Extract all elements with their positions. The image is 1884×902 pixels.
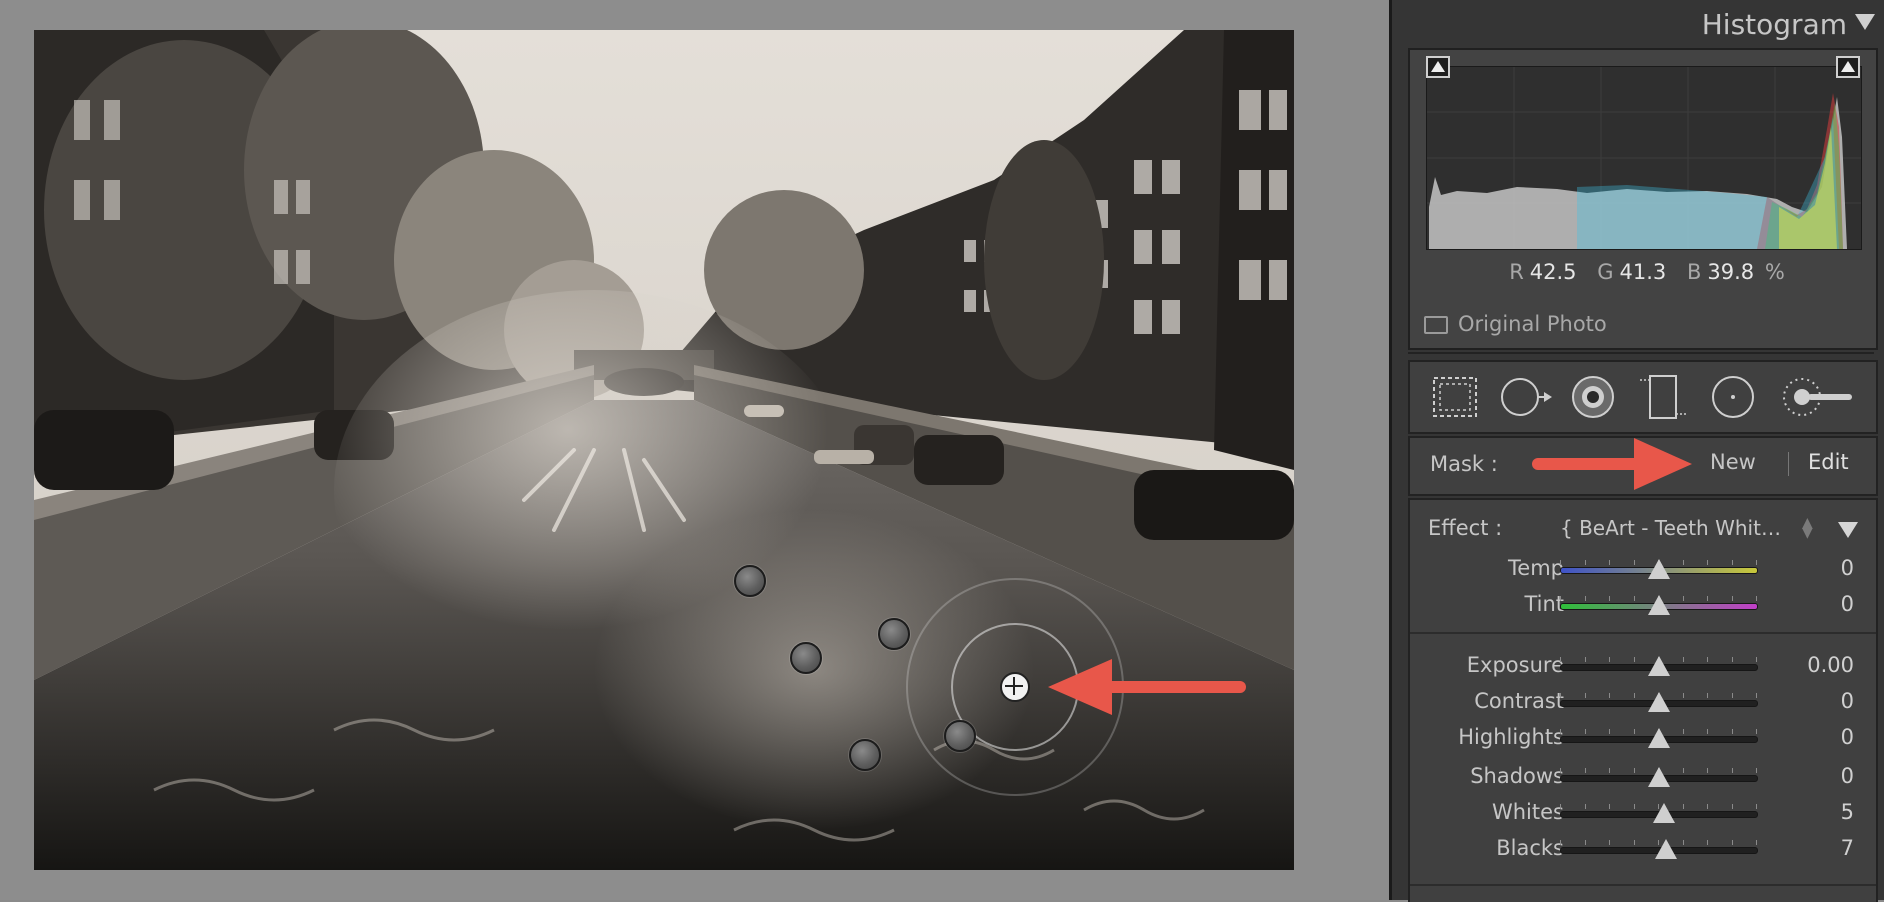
slider-value[interactable]: 0 <box>1841 592 1854 616</box>
original-photo-label: Original Photo <box>1458 312 1607 336</box>
effect-menu-icon[interactable] <box>1838 522 1858 538</box>
mask-separator <box>1788 452 1789 476</box>
slider-thumb[interactable] <box>1648 728 1670 748</box>
slider-thumb[interactable] <box>1654 839 1677 859</box>
slider-track[interactable] <box>1560 767 1758 787</box>
slider-exposure[interactable]: Exposure 0.00 <box>1410 651 1876 681</box>
slider-label: Temp <box>1508 556 1564 580</box>
slider-whites[interactable]: Whites 5 <box>1410 798 1876 828</box>
slider-track[interactable] <box>1560 656 1758 676</box>
mask-pin[interactable] <box>734 565 766 597</box>
slider-track[interactable] <box>1560 559 1758 579</box>
triangle-up-icon <box>1841 61 1855 72</box>
slider-label: Whites <box>1491 800 1564 824</box>
percent-unit: % <box>1764 260 1785 284</box>
slider-thumb[interactable] <box>1648 767 1670 787</box>
panel-divider <box>1408 352 1874 354</box>
mask-pin[interactable] <box>944 720 976 752</box>
red-eye-icon[interactable] <box>1566 372 1620 422</box>
slider-label: Exposure <box>1466 653 1564 677</box>
slider-contrast[interactable]: Contrast 0 <box>1410 687 1876 717</box>
histogram-curve <box>1427 67 1861 249</box>
annotation-arrow-canvas <box>1048 659 1246 715</box>
slider-track[interactable] <box>1560 839 1758 859</box>
slider-track[interactable] <box>1560 803 1758 823</box>
slider-temp[interactable]: Temp 0 <box>1410 554 1876 584</box>
mask-pin[interactable] <box>790 642 822 674</box>
photo-canvas <box>0 0 1389 900</box>
histogram-panel: R 42.5 G 41.3 B 39.8 % Original Photo <box>1408 48 1878 350</box>
mask-edit-button[interactable]: Edit <box>1808 450 1849 474</box>
slider-label: Contrast <box>1474 689 1564 713</box>
slider-label: Highlights <box>1458 725 1564 749</box>
slider-track[interactable] <box>1560 692 1758 712</box>
develop-right-panel: Histogram R 42.5 G 41.3 B 39.8 % Origina… <box>1389 0 1884 902</box>
slider-thumb[interactable] <box>1648 595 1670 615</box>
slider-value[interactable]: 5 <box>1841 800 1854 824</box>
rgb-readout: R 42.5 G 41.3 B 39.8 % <box>1410 260 1876 284</box>
slider-value[interactable]: 0 <box>1841 764 1854 788</box>
slider-blacks[interactable]: Blacks 7 <box>1410 834 1876 864</box>
effect-divider <box>1410 884 1876 886</box>
slider-label: Blacks <box>1496 836 1564 860</box>
tool-strip <box>1408 360 1878 434</box>
mask-pin[interactable] <box>849 739 881 771</box>
effect-panel: Effect : { BeArt - Teeth Whit… ▲ ▼ Temp 0 T… <box>1408 498 1878 902</box>
b-value: 39.8 <box>1707 260 1755 284</box>
radial-filter-icon[interactable] <box>1706 372 1760 422</box>
slider-thumb[interactable] <box>1652 803 1675 823</box>
histogram-title[interactable]: Histogram <box>1702 8 1847 41</box>
mask-new-button[interactable]: New <box>1710 450 1756 474</box>
effect-label: Effect : <box>1428 516 1503 540</box>
slider-value[interactable]: 0.00 <box>1807 653 1854 677</box>
effect-preset-dropdown[interactable]: { BeArt - Teeth Whit… <box>1560 516 1790 540</box>
crop-overlay-icon[interactable] <box>1428 372 1482 422</box>
annotation-arrow-panel <box>1532 438 1692 490</box>
slider-value[interactable]: 0 <box>1841 689 1854 713</box>
slider-thumb[interactable] <box>1648 692 1670 712</box>
slider-value[interactable]: 0 <box>1841 556 1854 580</box>
mask-pin[interactable] <box>878 618 910 650</box>
slider-highlights[interactable]: Highlights 0 <box>1410 723 1876 753</box>
histogram-collapse-icon[interactable] <box>1855 14 1875 30</box>
triangle-up-icon <box>1431 61 1445 72</box>
slider-value[interactable]: 7 <box>1841 836 1854 860</box>
slider-shadows[interactable]: Shadows 0 <box>1410 762 1876 792</box>
shadow-clipping-toggle[interactable] <box>1426 56 1450 78</box>
original-photo-toggle[interactable]: Original Photo <box>1424 312 1607 336</box>
slider-thumb[interactable] <box>1648 559 1670 579</box>
r-value: 42.5 <box>1529 260 1577 284</box>
effect-divider <box>1410 632 1876 634</box>
slider-tint[interactable]: Tint 0 <box>1410 590 1876 620</box>
highlight-clipping-toggle[interactable] <box>1836 56 1860 78</box>
active-mask-pin[interactable] <box>1000 672 1030 702</box>
g-label: G <box>1597 260 1614 284</box>
slider-track[interactable] <box>1560 595 1758 615</box>
slider-label: Tint <box>1524 592 1564 616</box>
preset-stepper-icon[interactable]: ▲ ▼ <box>1802 516 1813 540</box>
mask-label: Mask : <box>1430 452 1498 476</box>
slider-thumb[interactable] <box>1648 656 1670 676</box>
slider-label: Shadows <box>1470 764 1564 788</box>
g-value: 41.3 <box>1619 260 1667 284</box>
original-photo-checkbox[interactable] <box>1424 316 1448 334</box>
spot-removal-icon[interactable] <box>1498 372 1552 422</box>
slider-track[interactable] <box>1560 728 1758 748</box>
r-label: R <box>1509 260 1524 284</box>
histogram-graph[interactable] <box>1426 66 1862 250</box>
b-label: B <box>1686 260 1702 284</box>
adjustment-brush-icon[interactable] <box>1778 372 1858 422</box>
graduated-filter-icon[interactable] <box>1636 372 1690 422</box>
slider-value[interactable]: 0 <box>1841 725 1854 749</box>
photo[interactable] <box>34 30 1294 870</box>
